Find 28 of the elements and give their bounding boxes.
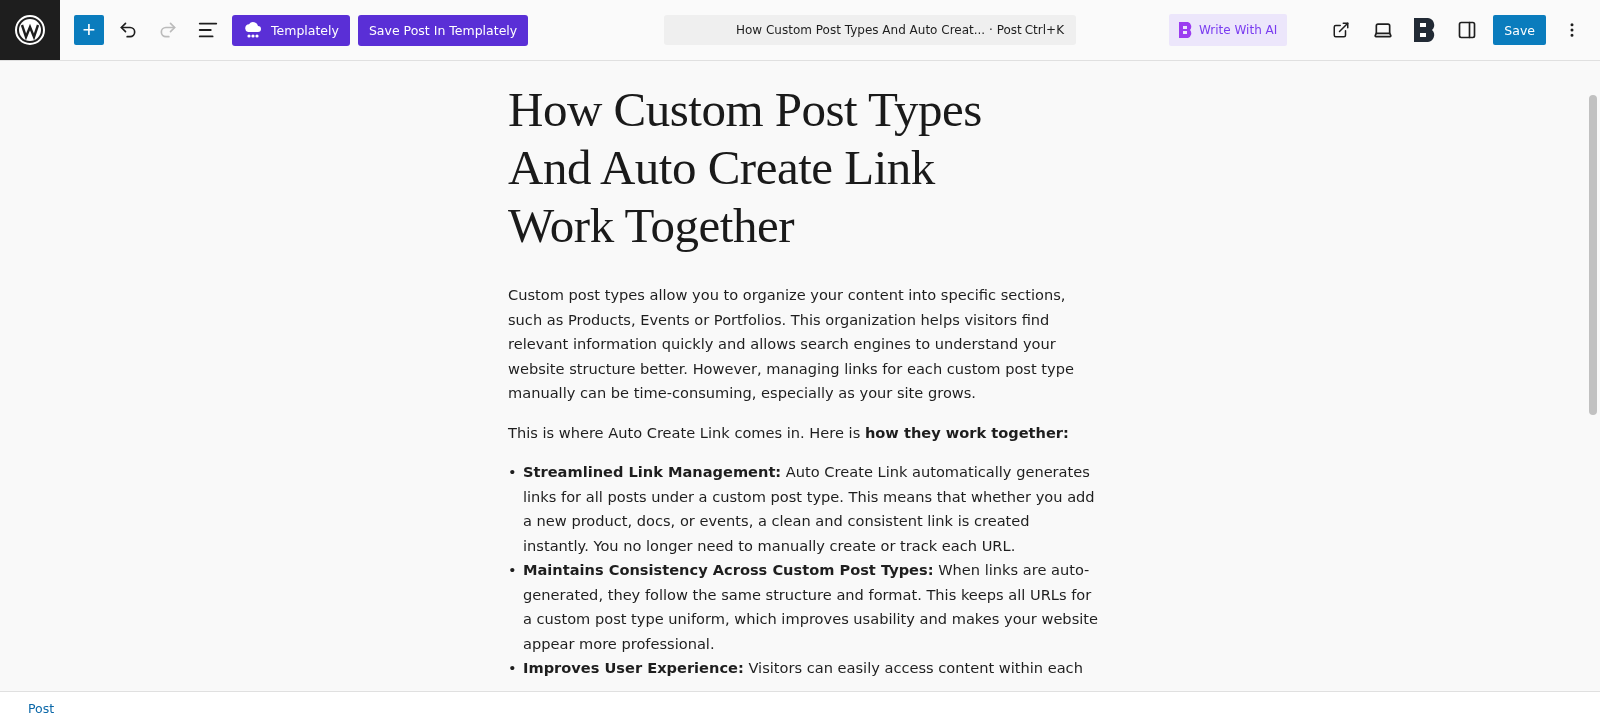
cloud-icon [243,20,263,40]
wordpress-icon [14,14,46,46]
sidebar-toggle-icon[interactable] [1457,20,1478,40]
external-link-icon[interactable] [1332,21,1351,39]
bullet: • [508,658,515,678]
undo-icon[interactable] [118,20,138,40]
breadcrumb-link[interactable]: Post [28,700,55,716]
add-block-button[interactable]: + [74,15,104,45]
list-item: Maintains Consistency Across Custom Post Types: When links are auto-generated, they follow the same structure and format. This keeps all URLs for a custom post type uniform, which improves usability and makes your website appear more professional. [523,560,1098,654]
scrollbar-thumb[interactable] [1589,95,1597,415]
save-in-templately-button[interactable]: Save Post In Templately [357,14,529,46]
write-with-ai-button[interactable]: Write With AI [1169,14,1288,46]
bullet: • [508,560,515,580]
plugin-logo-icon[interactable] [1414,18,1437,42]
laptop-icon[interactable] [1373,20,1394,40]
bullet: • [508,462,515,482]
post-title-label: How Custom Post Types And Auto Creat... · Post [736,23,1022,37]
save-button[interactable]: Save [1493,15,1546,45]
list-item: Streamlined Link Management: Auto Create Link automatically generates links for all posts under a custom post type. This means that whether you add a new product, docs, or events, a clean and consistent link is created instantly. You no longer need to manually create or track each URL. [523,462,1096,556]
paragraph: Custom post types allow you to organize your content into specific sections, such as Products, Events or Portfolios. This organization helps visitors find relevant information quickly and allows search engines to understand your website structure better. However, managing links for each custom post type manually can be time-consuming, especially as your site grows. [508,285,1075,403]
post-title: How Custom Post Types And Auto Create Link Work Together [508,81,983,255]
paragraph: This is where Auto Create Link comes in. Here is how they work together: [508,422,1070,443]
wordpress-logo[interactable] [0,0,60,60]
list-item: Improves User Experience: Visitors can easily access content within each [523,658,1084,678]
templately-button[interactable]: Templately [232,14,350,46]
command-bar[interactable]: How Custom Post Types And Auto Creat... · Post Ctrl+K [664,15,1076,45]
ai-logo-icon [1179,22,1193,38]
shortcut-label: Ctrl+K [1024,23,1064,37]
